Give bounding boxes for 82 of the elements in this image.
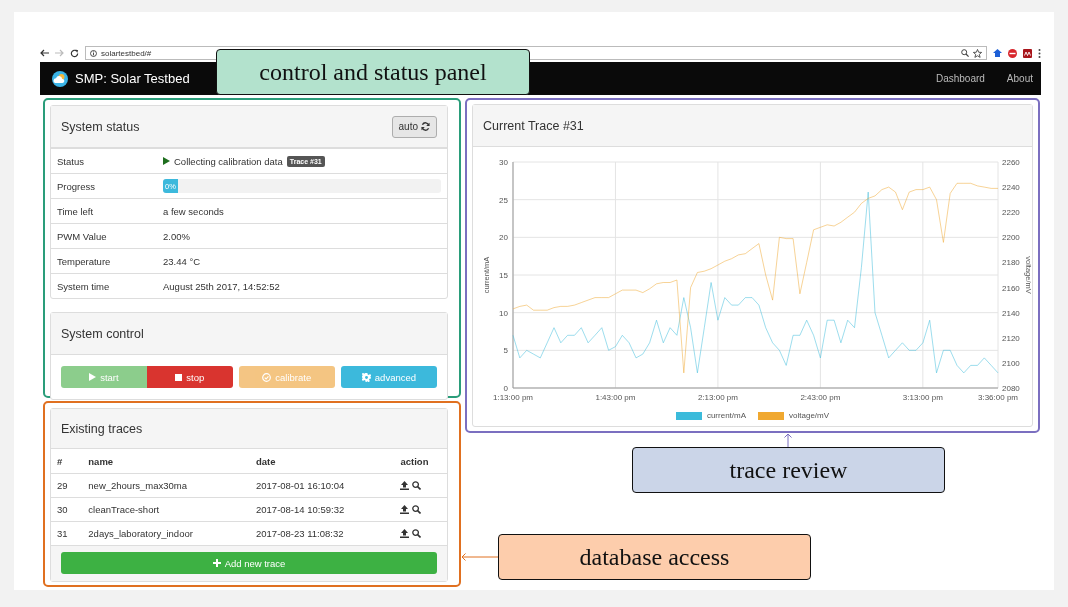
- status-value: 23.44 °C: [163, 255, 201, 267]
- table-cell: 2017-08-14 10:59:32: [250, 497, 395, 522]
- status-label: PWM Value: [57, 230, 108, 242]
- cloud-sun-icon: [52, 70, 68, 87]
- panel-title: System status: [61, 119, 141, 134]
- panel-title: Existing traces: [61, 421, 144, 436]
- axis-label: 20: [499, 233, 508, 243]
- panel-title: System control: [61, 326, 145, 341]
- axis-label: 3:36:00 pm: [978, 393, 1018, 402]
- gear-icon: [361, 372, 371, 382]
- menu-icon[interactable]: [1038, 48, 1041, 58]
- status-value: a few seconds: [163, 205, 224, 217]
- play-icon: [163, 157, 170, 165]
- axis-label: 2120: [1002, 333, 1020, 343]
- legend-label: current/mA: [706, 411, 747, 420]
- upload-icon[interactable]: [400, 529, 410, 538]
- axis-label: 2:13:00 pm: [697, 393, 738, 402]
- stop-icon: [175, 373, 183, 381]
- axis-label: 25: [499, 195, 508, 205]
- axis-label: 2100: [1002, 358, 1020, 368]
- check-circle-icon: [262, 372, 272, 382]
- refresh-icon: [421, 122, 430, 131]
- zoom-icon[interactable]: [961, 49, 969, 57]
- table-cell: 2017-08-01 16:10:04: [250, 473, 395, 498]
- extension-icon[interactable]: [993, 49, 1002, 57]
- axis-label: 15: [499, 271, 508, 280]
- callout-label: trace review: [632, 447, 945, 493]
- axis-label: 2:43:00 pm: [800, 393, 841, 402]
- column-header: #: [51, 449, 83, 474]
- star-icon[interactable]: [973, 48, 982, 58]
- table-cell: new_2hours_max30ma: [82, 473, 250, 498]
- axis-label: 2080: [1002, 384, 1020, 393]
- axis-label: 2220: [1002, 208, 1020, 218]
- status-label: Status: [57, 155, 85, 167]
- callout-label: database access: [498, 534, 811, 580]
- axis-label: 2260: [1002, 158, 1020, 167]
- app-title: SMP: Solar Testbed: [75, 71, 190, 86]
- table-cell: 29: [51, 473, 83, 498]
- callout-label: control and status panel: [216, 49, 530, 95]
- table-cell: cleanTrace-short: [82, 497, 250, 522]
- info-icon: [90, 49, 97, 57]
- panel-title: Current Trace #31: [483, 118, 585, 133]
- stop-button[interactable]: stop: [146, 366, 233, 388]
- extension-icon[interactable]: [1023, 48, 1032, 58]
- upload-icon[interactable]: [400, 505, 410, 514]
- axis-label: 30: [499, 158, 508, 167]
- search-icon[interactable]: [412, 529, 422, 538]
- axis-label: 2180: [1002, 258, 1020, 268]
- axis-label: 2140: [1002, 308, 1020, 318]
- status-label: Temperature: [57, 255, 112, 267]
- column-header: name: [82, 449, 250, 474]
- axis-label: 2200: [1002, 233, 1020, 243]
- status-label: Progress: [57, 180, 96, 192]
- status-text: Collecting calibration data: [174, 155, 283, 167]
- axis-label: 2160: [1002, 283, 1020, 293]
- legend-label: voltage/mV: [789, 411, 830, 420]
- status-label: Time left: [57, 205, 95, 217]
- refresh-button[interactable]: auto: [391, 115, 437, 138]
- axis-label: 5: [503, 346, 508, 356]
- axis-label: 10: [499, 308, 508, 318]
- nav-link[interactable]: About: [1006, 73, 1033, 84]
- upload-icon[interactable]: [400, 481, 410, 490]
- axis-label: 1:13:00 pm: [493, 393, 533, 402]
- column-header: date: [250, 449, 395, 474]
- play-icon: [89, 373, 97, 381]
- axis-label: 0: [503, 384, 508, 393]
- column-header: action: [394, 449, 447, 474]
- status-label: System time: [57, 280, 111, 292]
- axis-label: 2240: [1002, 183, 1020, 193]
- axis-label: 3:13:00 pm: [902, 393, 943, 402]
- axis-label: 1:43:00 pm: [595, 393, 636, 402]
- back-icon[interactable]: [40, 49, 49, 57]
- nav-link[interactable]: Dashboard: [935, 73, 985, 84]
- reload-icon[interactable]: [70, 48, 79, 58]
- search-icon[interactable]: [412, 505, 422, 514]
- search-icon[interactable]: [412, 481, 422, 490]
- add-trace-button[interactable]: Add new trace: [61, 552, 437, 574]
- table-cell: 30: [51, 497, 83, 522]
- status-value: August 25th 2017, 14:52:52: [163, 280, 280, 292]
- status-value: 2.00%: [163, 230, 190, 242]
- extension-icon[interactable]: [1008, 48, 1017, 58]
- plus-icon: [212, 559, 221, 567]
